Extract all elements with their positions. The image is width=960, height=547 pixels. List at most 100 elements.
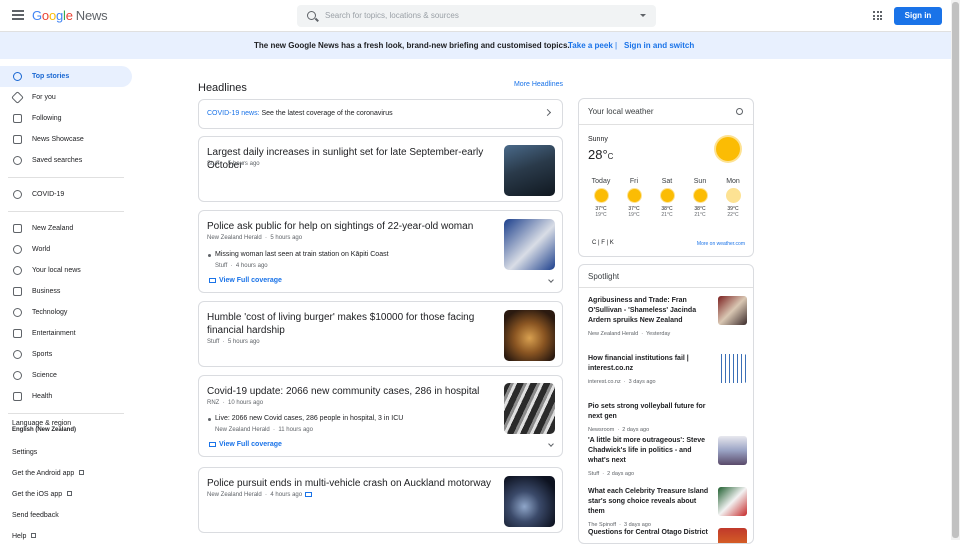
external-link-icon (67, 491, 73, 496)
related-story-title[interactable]: Live: 2066 new Covid cases, 286 people i… (215, 415, 403, 422)
sidebar-item-entertainment[interactable]: Entertainment (0, 323, 132, 344)
weather-com-link[interactable]: More on weather.com (697, 241, 745, 247)
view-full-coverage-link[interactable]: View Full coverage (209, 441, 282, 448)
sidebar-item-world[interactable]: World (0, 239, 132, 260)
spotlight-item[interactable]: Pio sets strong volleyball future for ne… (588, 402, 713, 433)
sidebar-item-sports[interactable]: Sports (0, 344, 132, 365)
google-news-logo[interactable]: Google News (32, 8, 108, 23)
spotlight-title: Spotlight (588, 272, 620, 281)
story-meta: New Zealand Herald · 4 hours ago (207, 492, 315, 498)
chevron-down-icon[interactable] (640, 14, 646, 17)
story-thumbnail-cyclists[interactable] (504, 145, 555, 196)
sunny-icon (716, 137, 740, 161)
spotlight-thumbnail[interactable] (718, 296, 747, 325)
related-story-title[interactable]: Missing woman last seen at train station… (215, 251, 389, 258)
chevron-right-icon (543, 108, 552, 117)
hamburger-menu-icon[interactable] (12, 10, 24, 20)
story-title[interactable]: Covid-19 update: 2066 new community case… (207, 385, 502, 398)
star-icon (13, 114, 22, 123)
story-title[interactable]: Police pursuit ends in multi-vehicle cra… (207, 477, 502, 490)
chevron-down-icon[interactable] (548, 277, 554, 283)
sidebar-item-technology[interactable]: Technology (0, 302, 132, 323)
full-coverage-icon (209, 277, 216, 283)
full-coverage-icon (209, 441, 216, 447)
apps-grid-icon[interactable] (873, 11, 882, 20)
spotlight-item[interactable]: How financial institutions fail | intere… (588, 354, 713, 385)
sidebar-divider (8, 413, 124, 414)
sidebar-item-health[interactable]: Health (0, 386, 132, 407)
chevron-down-icon[interactable] (548, 441, 554, 447)
search-icon[interactable] (307, 11, 316, 20)
scrollbar-thumb[interactable] (952, 2, 959, 538)
sidebar-item-covid-19[interactable]: COVID-19 (0, 184, 132, 205)
take-a-peek-link[interactable]: Take a peek (568, 32, 613, 59)
story-title[interactable]: Humble 'cost of living burger' makes $10… (207, 311, 497, 337)
settings-link[interactable]: Settings (0, 442, 132, 463)
sidebar-item-news-showcase[interactable]: News Showcase (0, 129, 132, 150)
sidebar-item-business[interactable]: Business (0, 281, 132, 302)
story-card: Police ask public for help on sightings … (198, 210, 563, 293)
sidebar-item-top-stories[interactable]: Top stories (0, 66, 132, 87)
promo-banner: The new Google News has a fresh look, br… (0, 32, 951, 59)
story-title[interactable]: Largest daily increases in sunlight set … (207, 146, 502, 172)
search-input[interactable]: Search for topics, locations & sources (297, 5, 656, 27)
partly-sunny-icon (726, 189, 740, 202)
language-label: Language & region (12, 420, 72, 427)
spotlight-thumbnail[interactable] (718, 487, 747, 516)
sign-in-and-switch-link[interactable]: Sign in and switch (624, 32, 694, 59)
sidebar-item-local-news[interactable]: Your local news (0, 260, 132, 281)
external-link-icon (31, 533, 37, 538)
story-thumbnail-burger[interactable] (504, 310, 555, 361)
help-link[interactable]: Help (0, 526, 132, 547)
ios-app-link[interactable]: Get the iOS app (0, 484, 132, 505)
story-thumbnail-police[interactable] (504, 219, 555, 270)
spotlight-item[interactable]: Questions for Central Otago District (588, 528, 713, 538)
story-thumbnail-crash[interactable] (504, 476, 555, 527)
spotlight-thumbnail[interactable] (718, 354, 747, 383)
sidebar-divider (8, 177, 124, 178)
spotlight-section: Spotlight Agribusiness and Trade: Fran O… (578, 264, 754, 544)
covid-news-card[interactable]: COVID-19 news: See the latest coverage o… (198, 99, 563, 129)
spotlight-thumbnail[interactable] (718, 436, 747, 465)
story-meta: Stuff · 5 hours ago (207, 161, 260, 167)
spotlight-item[interactable]: What each Celebrity Treasure Island star… (588, 487, 713, 528)
weather-temperature: 28°C (588, 147, 614, 162)
local-weather-card[interactable]: Your local weather Sunny 28°C Today 37°C… (578, 98, 754, 257)
sidebar-item-science[interactable]: Science (0, 365, 132, 386)
android-app-link[interactable]: Get the Android app (0, 463, 132, 484)
headlines-section: Headlines More Headlines COVID-19 news: … (198, 78, 563, 533)
external-link-icon (79, 470, 85, 475)
page-scrollbar[interactable] (951, 0, 960, 540)
technology-icon (13, 308, 22, 317)
story-card: Humble 'cost of living burger' makes $10… (198, 301, 563, 367)
related-story-meta: New Zealand Herald · 11 hours ago (215, 427, 313, 433)
sidebar-item-following[interactable]: Following (0, 108, 132, 129)
full-coverage-icon[interactable] (305, 492, 313, 497)
diamond-icon (11, 91, 24, 104)
sidebar-item-saved-searches[interactable]: Saved searches (0, 150, 132, 171)
weather-title: Your local weather (588, 107, 654, 116)
sign-in-button[interactable]: Sign in (894, 7, 942, 25)
language-region-selector[interactable]: Language & region English (New Zealand) (0, 420, 132, 442)
sidebar-item-for-you[interactable]: For you (0, 87, 132, 108)
top-bar: Google News Search for topics, locations … (0, 0, 951, 32)
globe-icon (13, 72, 22, 81)
spotlight-item[interactable]: Agribusiness and Trade: Fran O'Sullivan … (588, 296, 713, 337)
health-icon (13, 392, 22, 401)
sunny-icon (594, 189, 608, 202)
spotlight-item[interactable]: 'A little bit more outrageous': Steve Ch… (588, 436, 713, 477)
banner-separator: | (615, 41, 618, 50)
more-headlines-link[interactable]: More Headlines (514, 81, 563, 88)
headlines-header: Headlines More Headlines (198, 78, 563, 98)
story-title[interactable]: Police ask public for help on sightings … (207, 220, 502, 233)
forecast-day: Mon 39°C 22°C (726, 178, 740, 218)
send-feedback-link[interactable]: Send feedback (0, 505, 132, 526)
story-thumbnail-covid-test[interactable] (504, 383, 555, 434)
showcase-icon (13, 135, 22, 144)
temperature-unit-selector[interactable]: C | F | K (592, 240, 614, 246)
view-full-coverage-link[interactable]: View Full coverage (209, 277, 282, 284)
sidebar-item-new-zealand[interactable]: New Zealand (0, 218, 132, 239)
location-target-icon[interactable] (736, 108, 743, 115)
spotlight-thumbnail[interactable] (718, 528, 747, 543)
forecast-day: Today 37°C 19°C (591, 178, 611, 218)
